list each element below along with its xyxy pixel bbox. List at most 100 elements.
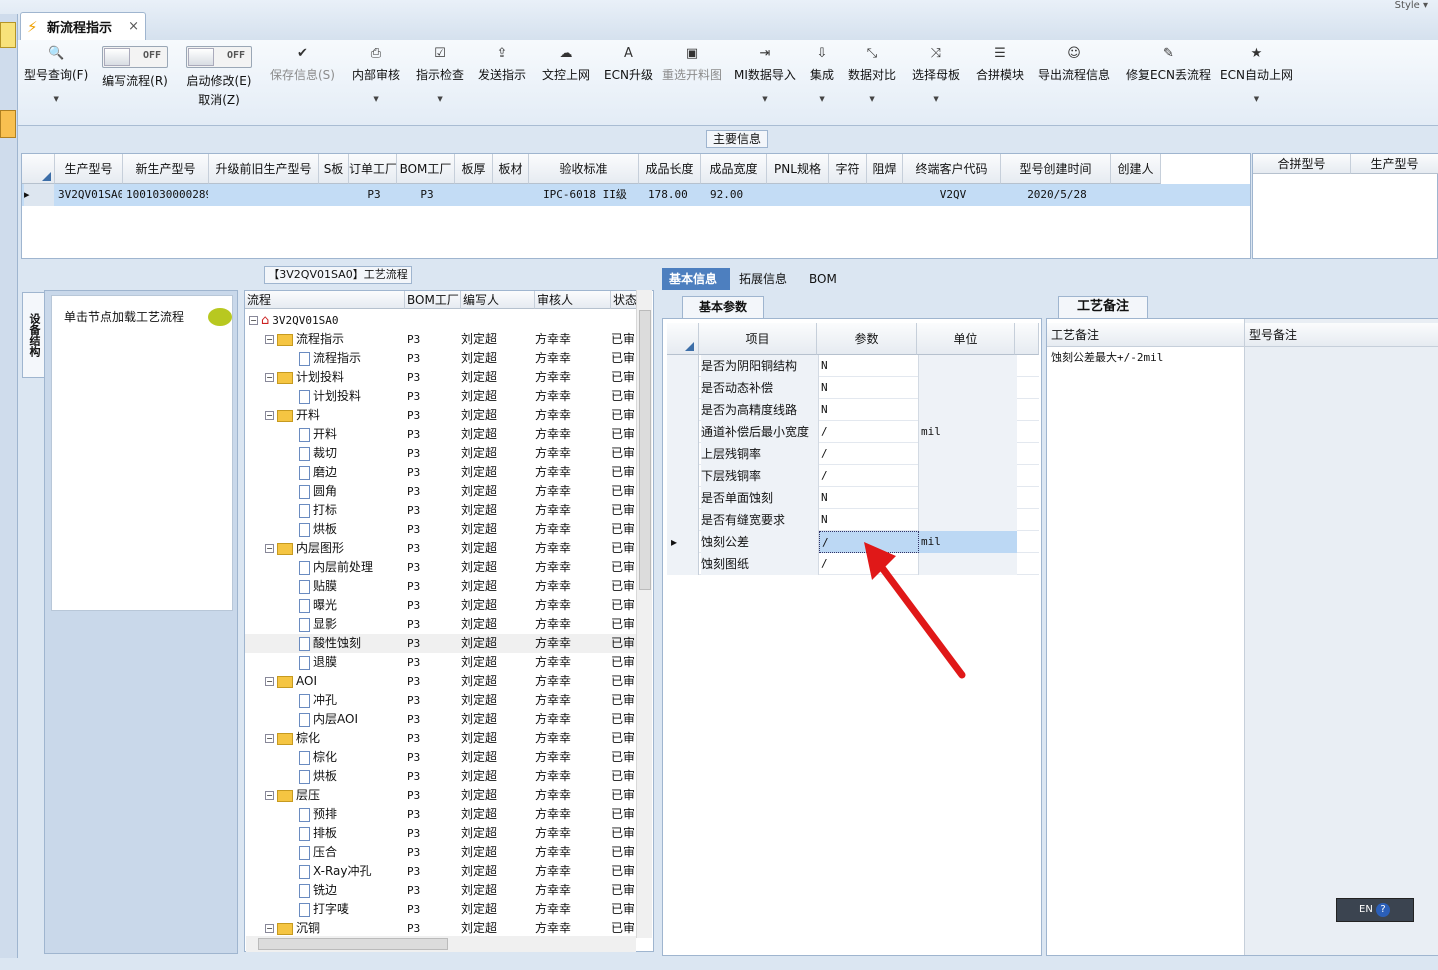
scroll-thumb[interactable] [258, 938, 448, 950]
tree-horizontal-scrollbar[interactable] [246, 936, 636, 952]
dock-tab-2[interactable] [0, 110, 16, 138]
collapse-icon[interactable]: − [265, 544, 274, 553]
param-row[interactable]: 是否动态补偿 N [667, 377, 1039, 399]
tree-row[interactable]: 打字唛 P3 刘定超 方幸幸 已审 [245, 900, 637, 919]
column-header[interactable]: 成品宽度 [701, 154, 767, 184]
detail-tab[interactable]: 拓展信息 [732, 268, 794, 290]
param-row[interactable]: 是否为高精度线路 N [667, 399, 1039, 421]
collapse-icon[interactable]: − [265, 791, 274, 800]
collapse-icon[interactable]: − [265, 924, 274, 933]
column-header[interactable]: 板厚 [455, 154, 493, 184]
tree-row[interactable]: 打标 P3 刘定超 方幸幸 已审 [245, 501, 637, 520]
process-notes-text[interactable]: 蚀刻公差最大+/-2mil [1051, 349, 1163, 365]
param-value[interactable]: N [819, 509, 919, 531]
model-notes-column[interactable]: 型号备注 [1245, 319, 1438, 955]
toolbar-item-7[interactable]: ☁ 文控上网 [542, 46, 590, 83]
column-header[interactable]: 创建人 [1111, 154, 1161, 184]
tree-row[interactable]: − 流程指示 P3 刘定超 方幸幸 已审 [245, 330, 637, 349]
toolbar-item-8[interactable]: A ECN升级 [604, 46, 653, 83]
table-cell[interactable]: P3 [400, 184, 454, 206]
dock-tab-1[interactable] [0, 22, 16, 48]
tree-column-header[interactable]: 状态 [611, 291, 637, 309]
param-column-header[interactable]: 单位 [917, 323, 1015, 355]
chevron-down-icon[interactable]: ▼ [912, 95, 960, 103]
table-cell[interactable]: 3V2QV01SA0 [58, 184, 122, 206]
tree-row[interactable]: 贴膜 P3 刘定超 方幸幸 已审 [245, 577, 637, 596]
param-value[interactable]: / [819, 465, 919, 487]
table-cell[interactable]: P3 [352, 184, 396, 206]
tree-row[interactable]: 烘板 P3 刘定超 方幸幸 已审 [245, 767, 637, 786]
param-value[interactable]: N [819, 399, 919, 421]
chevron-down-icon[interactable]: ▼ [810, 95, 834, 103]
toolbar-item-1[interactable]: OFF 编写流程(R) [102, 46, 168, 89]
tree-row[interactable]: 酸性蚀刻 P3 刘定超 方幸幸 已审 [245, 634, 637, 653]
tree-row[interactable]: 排板 P3 刘定超 方幸幸 已审 [245, 824, 637, 843]
param-row[interactable]: 是否有缝宽要求 N [667, 509, 1039, 531]
column-header[interactable]: BOM工厂 [397, 154, 455, 184]
toolbar-item-13[interactable]: ⤨ 选择母板 ▼ [912, 46, 960, 103]
table-cell[interactable] [458, 184, 492, 206]
toolbar-label-2[interactable]: 取消(Z) [186, 91, 252, 108]
chevron-down-icon[interactable]: ▼ [848, 95, 896, 103]
tree-row[interactable]: − 计划投料 P3 刘定超 方幸幸 已审 [245, 368, 637, 387]
column-header[interactable]: 字符 [829, 154, 867, 184]
table-cell[interactable] [496, 184, 528, 206]
collapse-icon[interactable]: − [265, 335, 274, 344]
param-column-header[interactable]: 参数 [817, 323, 917, 355]
table-cell[interactable]: 10010300002898 [126, 184, 208, 206]
merge-column-header[interactable]: 合拼型号 [1253, 154, 1351, 174]
tree-row[interactable]: 冲孔 P3 刘定超 方幸幸 已审 [245, 691, 637, 710]
toolbar-item-17[interactable]: ★ ECN自动上网 ▼ [1220, 46, 1293, 103]
tree-row[interactable]: 开料 P3 刘定超 方幸幸 已审 [245, 425, 637, 444]
column-header[interactable]: 新生产型号 [123, 154, 209, 184]
document-tab[interactable]: ⚡ 新流程指示 × [20, 12, 146, 40]
toolbar-item-16[interactable]: ✎ 修复ECN丢流程 [1126, 46, 1211, 83]
table-cell[interactable] [770, 184, 828, 206]
merge-column-header[interactable]: 生产型号 [1351, 154, 1438, 174]
toolbar-item-5[interactable]: ☑ 指示检查 ▼ [416, 46, 464, 103]
close-tab-icon[interactable]: × [128, 19, 139, 34]
column-header[interactable]: 板材 [493, 154, 529, 184]
tree-row[interactable]: 内层前处理 P3 刘定超 方幸幸 已审 [245, 558, 637, 577]
tree-row[interactable]: − 内层图形 P3 刘定超 方幸幸 已审 [245, 539, 637, 558]
detail-tab[interactable]: BOM [802, 268, 842, 290]
tree-row[interactable]: 预排 P3 刘定超 方幸幸 已审 [245, 805, 637, 824]
toolbar-item-2[interactable]: OFF 启动修改(E) 取消(Z) [186, 46, 252, 108]
scroll-thumb[interactable] [639, 310, 651, 590]
table-cell[interactable]: IPC-6018 II级 [532, 184, 638, 206]
column-header[interactable]: PNL规格 [767, 154, 829, 184]
tree-row[interactable]: − 开料 P3 刘定超 方幸幸 已审 [245, 406, 637, 425]
table-cell[interactable] [870, 184, 902, 206]
tree-row[interactable]: 内层AOI P3 刘定超 方幸幸 已审 [245, 710, 637, 729]
column-header[interactable]: 型号创建时间 [1001, 154, 1111, 184]
column-header[interactable]: 阻焊 [867, 154, 903, 184]
table-cell[interactable] [1114, 184, 1160, 206]
basic-params-tab[interactable]: 基本参数 [682, 296, 764, 318]
tree-column-header[interactable]: 审核人 [535, 291, 611, 309]
tree-row[interactable]: 磨边 P3 刘定超 方幸幸 已审 [245, 463, 637, 482]
tree-row[interactable]: X-Ray冲孔 P3 刘定超 方幸幸 已审 [245, 862, 637, 881]
chevron-down-icon[interactable]: ▼ [24, 95, 88, 103]
off-toggle[interactable]: OFF [102, 46, 168, 68]
param-row[interactable]: 通道补偿后最小宽度 / mil [667, 421, 1039, 443]
process-notes-tab[interactable]: 工艺备注 [1058, 296, 1148, 318]
column-header[interactable]: 订单工厂 [349, 154, 397, 184]
param-value[interactable]: / [819, 443, 919, 465]
tree-row[interactable]: 曝光 P3 刘定超 方幸幸 已审 [245, 596, 637, 615]
toolbar-item-12[interactable]: ⤡ 数据对比 ▼ [848, 46, 896, 103]
tree-row[interactable]: − AOI P3 刘定超 方幸幸 已审 [245, 672, 637, 691]
param-row[interactable]: 下层残铜率 / [667, 465, 1039, 487]
column-header[interactable]: 验收标准 [529, 154, 639, 184]
tree-row[interactable]: 棕化 P3 刘定超 方幸幸 已审 [245, 748, 637, 767]
toolbar-item-3[interactable]: ✔ 保存信息(S) [270, 46, 335, 83]
process-notes-column[interactable]: 工艺备注 蚀刻公差最大+/-2mil [1047, 319, 1245, 955]
side-tab-equipment[interactable]: 设备结构 [22, 292, 44, 378]
toolbar-item-14[interactable]: ☰ 合拼模块 [976, 46, 1024, 83]
off-toggle[interactable]: OFF [186, 46, 252, 68]
toolbar-item-0[interactable]: 🔍 型号查询(F) ▼ [24, 46, 88, 103]
param-value[interactable]: N [819, 377, 919, 399]
toolbar-item-9[interactable]: ▣ 重选开料图 [662, 46, 722, 83]
style-menu[interactable]: Style ▾ [1395, 0, 1428, 11]
chevron-down-icon[interactable]: ▼ [734, 95, 796, 103]
table-cell[interactable]: 178.00 [642, 184, 700, 206]
